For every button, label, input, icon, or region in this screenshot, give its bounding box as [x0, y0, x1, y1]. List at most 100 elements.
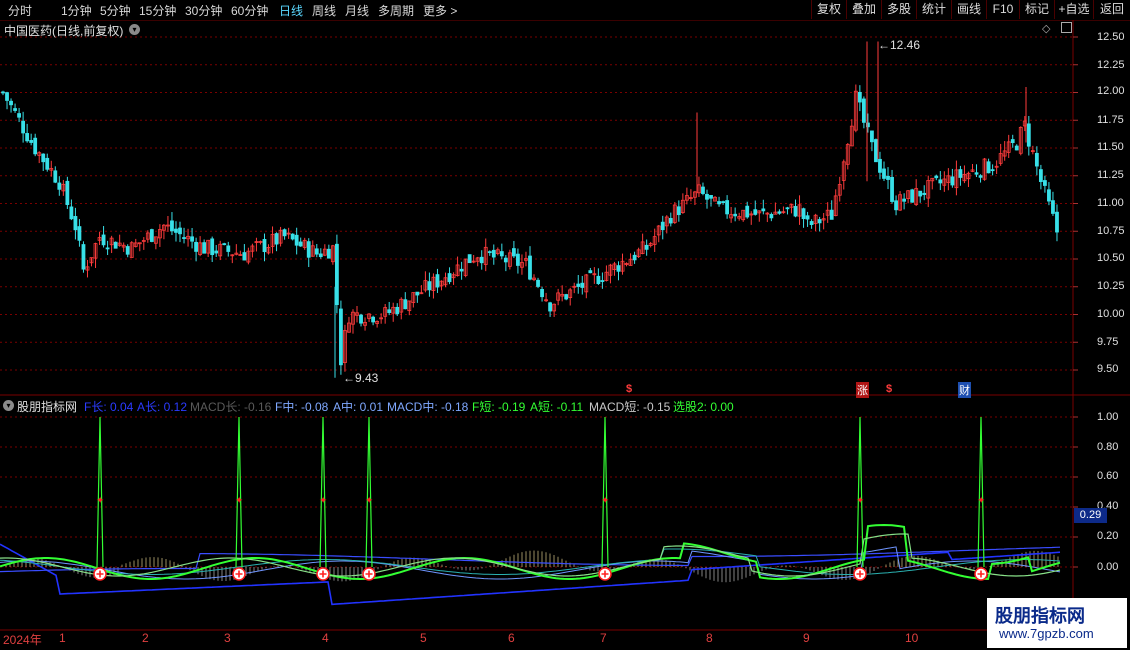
candle-body — [53, 170, 58, 183]
time-axis-label: 6 — [508, 631, 515, 645]
candle-body — [793, 206, 798, 217]
time-axis-label: 9 — [803, 631, 810, 645]
candle-body — [499, 251, 504, 257]
legend-macd-mid: MACD中: -0.18 — [387, 400, 469, 414]
candle-body — [660, 221, 665, 231]
diamond-icon[interactable]: ◇ — [1042, 22, 1050, 35]
candle-body — [290, 233, 295, 240]
candle-body — [894, 200, 898, 211]
event-marker-dividend[interactable]: $ — [886, 383, 892, 395]
candle-body — [182, 237, 186, 239]
signal-star-icon: ✦ — [977, 496, 985, 507]
candle-body — [861, 98, 866, 123]
price-axis-label: 11.25 — [1097, 169, 1124, 181]
current-value-badge: 0.29 — [1074, 508, 1107, 523]
legend-a-long: A长: 0.12 — [137, 400, 188, 414]
event-marker-limit-up[interactable]: 涨 — [856, 382, 869, 398]
candle-body — [1014, 145, 1019, 151]
candle-body — [632, 254, 637, 261]
candle-body — [101, 234, 106, 246]
indicator-name[interactable]: 股朋指标网 — [17, 398, 77, 415]
candle-body — [745, 205, 750, 218]
candle-body — [986, 161, 991, 174]
candle-body — [709, 195, 713, 199]
candle-body — [1043, 180, 1047, 186]
candle-body — [1051, 200, 1055, 214]
signal-spike — [319, 416, 327, 568]
signal-star-icon: ✦ — [365, 496, 373, 507]
candle-body — [769, 214, 774, 219]
candle-body — [528, 255, 532, 280]
candle-body — [226, 245, 231, 252]
candle-body — [447, 273, 452, 283]
candle-body — [69, 206, 74, 220]
candle-body — [809, 221, 814, 225]
candle-body — [149, 229, 154, 242]
candle-body — [194, 241, 198, 252]
candle-body — [564, 294, 569, 300]
candle-body — [491, 249, 496, 258]
candle-body — [371, 316, 375, 323]
signal-spike — [96, 416, 104, 568]
candle-body — [974, 172, 979, 175]
candle-body — [910, 189, 915, 203]
candle-body — [934, 175, 939, 179]
time-axis-label: 5 — [420, 631, 427, 645]
event-marker-dividend[interactable]: $ — [626, 383, 632, 395]
candle-body — [487, 251, 492, 254]
candle-body — [41, 153, 46, 163]
candle-body — [753, 209, 758, 215]
chart-grid — [0, 20, 1130, 631]
candle-body — [339, 308, 343, 366]
time-axis-label: 10 — [905, 631, 919, 645]
candle-body — [761, 208, 766, 212]
candle-body — [427, 281, 432, 291]
chevron-down-icon[interactable]: ▾ — [3, 400, 14, 411]
candle-body — [13, 108, 17, 111]
indicator-axis-label: 0.80 — [1097, 441, 1119, 453]
signal-spike — [856, 416, 864, 568]
candle-body — [725, 200, 730, 215]
candle-body — [242, 252, 247, 261]
candle-body — [576, 283, 581, 287]
candle-body — [306, 241, 311, 258]
indicator-axis-label: 1.00 — [1097, 411, 1119, 423]
watermark: 股朋指标网 www.7gpzb.com — [987, 598, 1127, 648]
time-axis-label: 7 — [600, 631, 607, 645]
legend-f-short: F短: -0.19 — [472, 400, 526, 414]
candle-body — [580, 282, 585, 288]
candle-body — [105, 247, 110, 250]
legend-a-mid: A中: 0.01 — [333, 400, 384, 414]
candle-body — [403, 299, 408, 310]
candle-body — [1055, 211, 1059, 233]
candle-body — [21, 120, 26, 134]
candle-body — [178, 227, 182, 235]
price-axis-label: 9.50 — [1097, 363, 1119, 375]
price-axis-label: 11.50 — [1097, 141, 1124, 153]
candle-body — [1010, 139, 1015, 144]
high-price-label: ←12.46 — [878, 38, 921, 52]
stock-title: 中国医药(日线,前复权) — [4, 24, 124, 38]
candle-body — [902, 198, 907, 202]
stock-chart[interactable]: ✦ ✦ ✦ ✦ ✦ ✦ ✦ — [0, 0, 1130, 650]
indicator-series: ✦ ✦ ✦ ✦ ✦ ✦ ✦ — [0, 416, 1061, 606]
candle-body — [222, 243, 227, 246]
candle-body — [125, 246, 130, 255]
legend-macd-long: MACD长: -0.16 — [190, 400, 272, 414]
window-icon[interactable] — [1061, 22, 1072, 33]
event-marker-financial[interactable]: 财 — [958, 382, 971, 398]
candle-body — [616, 265, 621, 272]
candle-body — [733, 213, 738, 217]
signal-star-icon: ✦ — [601, 496, 609, 507]
candle-body — [387, 309, 392, 313]
chevron-down-icon[interactable]: ▾ — [129, 24, 140, 35]
indicator-axis-label: 0.60 — [1097, 470, 1119, 482]
watermark-title: 股朋指标网 — [995, 606, 1085, 626]
candle-body — [202, 242, 207, 254]
price-axis-label: 11.75 — [1097, 114, 1124, 126]
candle-body — [801, 208, 806, 220]
signal-star-icon: ✦ — [235, 496, 243, 507]
candle-body — [596, 275, 601, 285]
candle-body — [950, 176, 955, 186]
candle-body — [45, 157, 50, 170]
